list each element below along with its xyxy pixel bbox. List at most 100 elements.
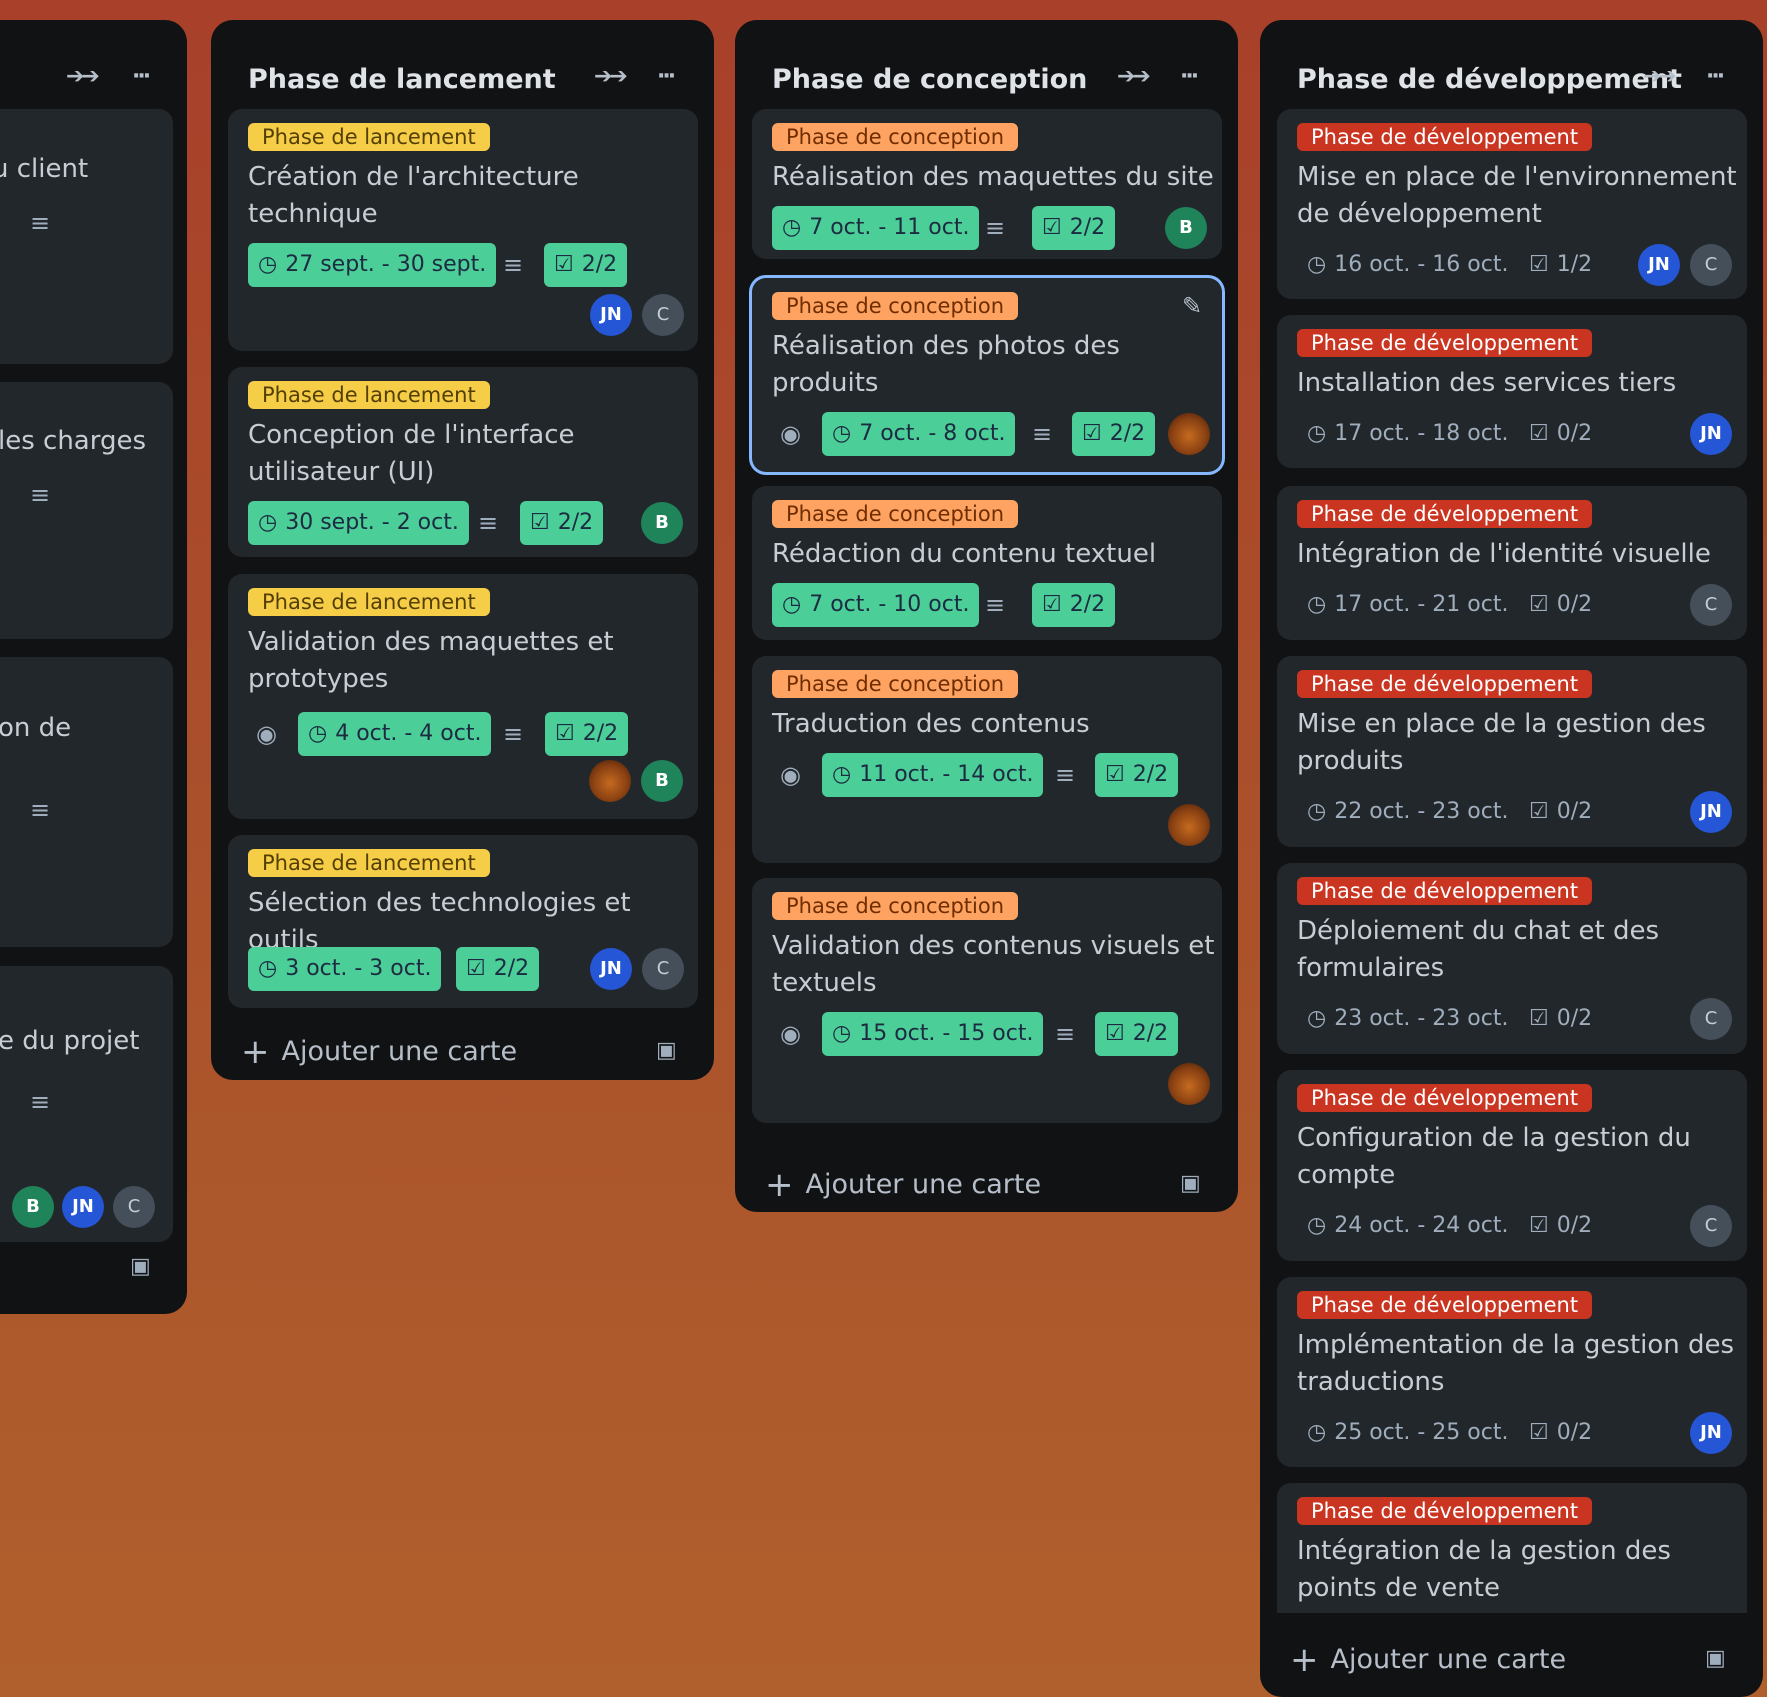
date-badge[interactable]: ◷ 16 oct. - 16 oct. <box>1297 243 1518 287</box>
list-item[interactable]: Phase de lancement Création de l'archite… <box>228 109 698 351</box>
avatar[interactable] <box>589 760 631 802</box>
date-badge[interactable]: ◷ 24 oct. - 24 oct. <box>1297 1204 1518 1248</box>
date-badge[interactable]: ◷ 25 oct. - 25 oct. <box>1297 1411 1518 1455</box>
list-item[interactable]: Phase de développement Configuration de … <box>1277 1070 1747 1261</box>
add-card-button[interactable]: + Ajouter une carte <box>241 1032 517 1072</box>
date-badge[interactable]: ◷ 30 sept. - 2 oct. <box>248 501 469 545</box>
list-title[interactable]: Phase de développement <box>1297 64 1682 95</box>
list-item[interactable]: Phase de développement Mise en place de … <box>1277 656 1747 847</box>
avatar[interactable]: JN <box>1690 1412 1732 1454</box>
avatar[interactable]: JN <box>1638 244 1680 286</box>
collapse-arrows-icon[interactable]: ➔➔ <box>594 64 628 89</box>
list-item[interactable]: Phase de développement Implémentation de… <box>1277 1277 1747 1467</box>
list-item[interactable]: Phase de lancement Conception de l'inter… <box>228 367 698 557</box>
date-badge[interactable]: ◷ 17 oct. - 18 oct. <box>1297 412 1518 456</box>
card-template-icon[interactable]: ▣ <box>656 1038 677 1063</box>
avatar[interactable] <box>1168 413 1210 455</box>
avatar[interactable]: JN <box>590 948 632 990</box>
checklist-badge[interactable]: ☑ 0/2 <box>1519 583 1602 627</box>
avatar[interactable]: C <box>1690 998 1732 1040</box>
list-item[interactable]: Phase de conception Traduction des conte… <box>752 656 1222 863</box>
avatar[interactable]: C <box>1690 244 1732 286</box>
avatar[interactable]: B <box>12 1186 54 1228</box>
date-badge[interactable]: ◷ 7 oct. - 10 oct. <box>772 583 980 627</box>
list-title[interactable]: Phase de lancement <box>248 64 556 95</box>
checklist-badge[interactable]: ☑ 0/2 <box>1519 997 1602 1041</box>
list-item[interactable]: on de ≡ <box>0 657 173 947</box>
description-icon: ≡ <box>478 509 499 537</box>
date-badge[interactable]: ◷ 7 oct. - 11 oct. <box>772 206 980 250</box>
checklist-badge[interactable]: ☑ 2/2 <box>1095 753 1179 797</box>
avatar[interactable]: JN <box>590 294 632 336</box>
collapse-arrows-icon[interactable]: ➔➔ <box>1643 64 1677 89</box>
checklist-badge[interactable]: ☑ 1/2 <box>1519 243 1602 287</box>
checklist-badge[interactable]: ☑ 0/2 <box>1519 1411 1602 1455</box>
more-dots-icon[interactable]: ··· <box>1706 64 1725 89</box>
list-item[interactable]: Phase de conception Validation des conte… <box>752 878 1222 1123</box>
list-developpement: Phase de développement ➔➔ ··· Phase de d… <box>1260 20 1763 1697</box>
avatar[interactable]: JN <box>62 1186 104 1228</box>
more-dots-icon[interactable]: ··· <box>1180 64 1199 89</box>
pencil-icon[interactable]: ✎ <box>1182 292 1202 320</box>
checklist-badge[interactable]: ☑ 2/2 <box>520 501 604 545</box>
card-template-icon[interactable]: ▣ <box>130 1254 151 1279</box>
checklist-badge[interactable]: ☑ 2/2 <box>544 243 628 287</box>
add-card-button[interactable]: + Ajouter une carte <box>765 1165 1041 1205</box>
list-item[interactable]: Phase de développement Déploiement du ch… <box>1277 863 1747 1054</box>
list-item[interactable]: Phase de développement Intégration de l'… <box>1277 486 1747 640</box>
avatar[interactable]: B <box>641 760 683 802</box>
card-template-icon[interactable]: ▣ <box>1180 1171 1201 1196</box>
list-title[interactable]: Phase de conception <box>772 64 1087 95</box>
checklist-badge[interactable]: ☑ 0/2 <box>1519 790 1602 834</box>
list-item[interactable]: e du projet ≡ B JN C <box>0 966 173 1242</box>
list-item[interactable]: Phase de développement Intégration de la… <box>1277 1483 1747 1613</box>
checklist-badge[interactable]: ☑ 2/2 <box>456 947 540 991</box>
add-card-button[interactable]: + Ajouter une carte <box>1290 1640 1566 1680</box>
card-template-icon[interactable]: ▣ <box>1705 1646 1726 1671</box>
avatar[interactable]: C <box>642 948 684 990</box>
avatar[interactable]: B <box>1165 207 1207 249</box>
date-badge[interactable]: ◷ 22 oct. - 23 oct. <box>1297 790 1518 834</box>
date-badge[interactable]: ◷ 4 oct. - 4 oct. <box>298 712 492 756</box>
list-item[interactable]: les charges ≡ <box>0 382 173 639</box>
avatar[interactable]: C <box>113 1186 155 1228</box>
checklist-badge[interactable]: ☑ 2/2 <box>1072 412 1156 456</box>
checklist-badge[interactable]: ☑ 2/2 <box>1095 1012 1179 1056</box>
date-badge[interactable]: ◷ 17 oct. - 21 oct. <box>1297 583 1518 627</box>
checklist-badge[interactable]: ☑ 0/2 <box>1519 1204 1602 1248</box>
list-item[interactable]: Phase de développement Installation des … <box>1277 315 1747 468</box>
avatar[interactable]: C <box>1690 584 1732 626</box>
checklist-badge[interactable]: ☑ 2/2 <box>545 712 629 756</box>
more-dots-icon[interactable]: ··· <box>657 64 676 89</box>
date-badge[interactable]: ◷ 27 sept. - 30 sept. <box>248 243 497 287</box>
collapse-arrows-icon[interactable]: ➔➔ <box>66 64 100 89</box>
list-item[interactable]: u client ≡ <box>0 109 173 440</box>
date-badge[interactable]: ◷ 7 oct. - 8 oct. <box>822 412 1016 456</box>
more-dots-icon[interactable]: ··· <box>132 64 151 89</box>
avatar[interactable]: JN <box>1690 413 1732 455</box>
collapse-arrows-icon[interactable]: ➔➔ <box>1117 64 1151 89</box>
avatar[interactable] <box>1168 1063 1210 1105</box>
list-item[interactable]: Phase de développement Mise en place de … <box>1277 109 1747 299</box>
list-item[interactable]: Phase de lancement Validation des maquet… <box>228 574 698 819</box>
clock-icon: ◷ <box>1307 1213 1327 1238</box>
list-item[interactable]: Phase de lancement Sélection des technol… <box>228 835 698 1008</box>
date-badge[interactable]: ◷ 15 oct. - 15 oct. <box>822 1012 1044 1056</box>
avatar[interactable]: B <box>641 502 683 544</box>
avatar[interactable]: C <box>1690 1205 1732 1247</box>
checklist-badge[interactable]: ☑ 2/2 <box>1032 583 1116 627</box>
card-label: Phase de développement <box>1297 1291 1593 1319</box>
checklist-icon: ☑ <box>1042 215 1062 240</box>
avatar[interactable]: JN <box>1690 791 1732 833</box>
list-item[interactable]: Phase de conception Réalisation des maqu… <box>752 109 1222 259</box>
date-badge[interactable]: ◷ 3 oct. - 3 oct. <box>248 947 442 991</box>
date-badge[interactable]: ◷ 11 oct. - 14 oct. <box>822 753 1044 797</box>
list-item[interactable]: Phase de conception Rédaction du contenu… <box>752 486 1222 640</box>
avatar[interactable] <box>1168 804 1210 846</box>
checklist-badge[interactable]: ☑ 0/2 <box>1519 412 1602 456</box>
checklist-badge[interactable]: ☑ 2/2 <box>1032 206 1116 250</box>
list-item[interactable]: Phase de conception ✎ Réalisation des ph… <box>752 278 1222 472</box>
avatar[interactable]: C <box>642 294 684 336</box>
date-badge[interactable]: ◷ 23 oct. - 23 oct. <box>1297 997 1518 1041</box>
card-title: Intégration de l'identité visuelle <box>1297 539 1711 569</box>
